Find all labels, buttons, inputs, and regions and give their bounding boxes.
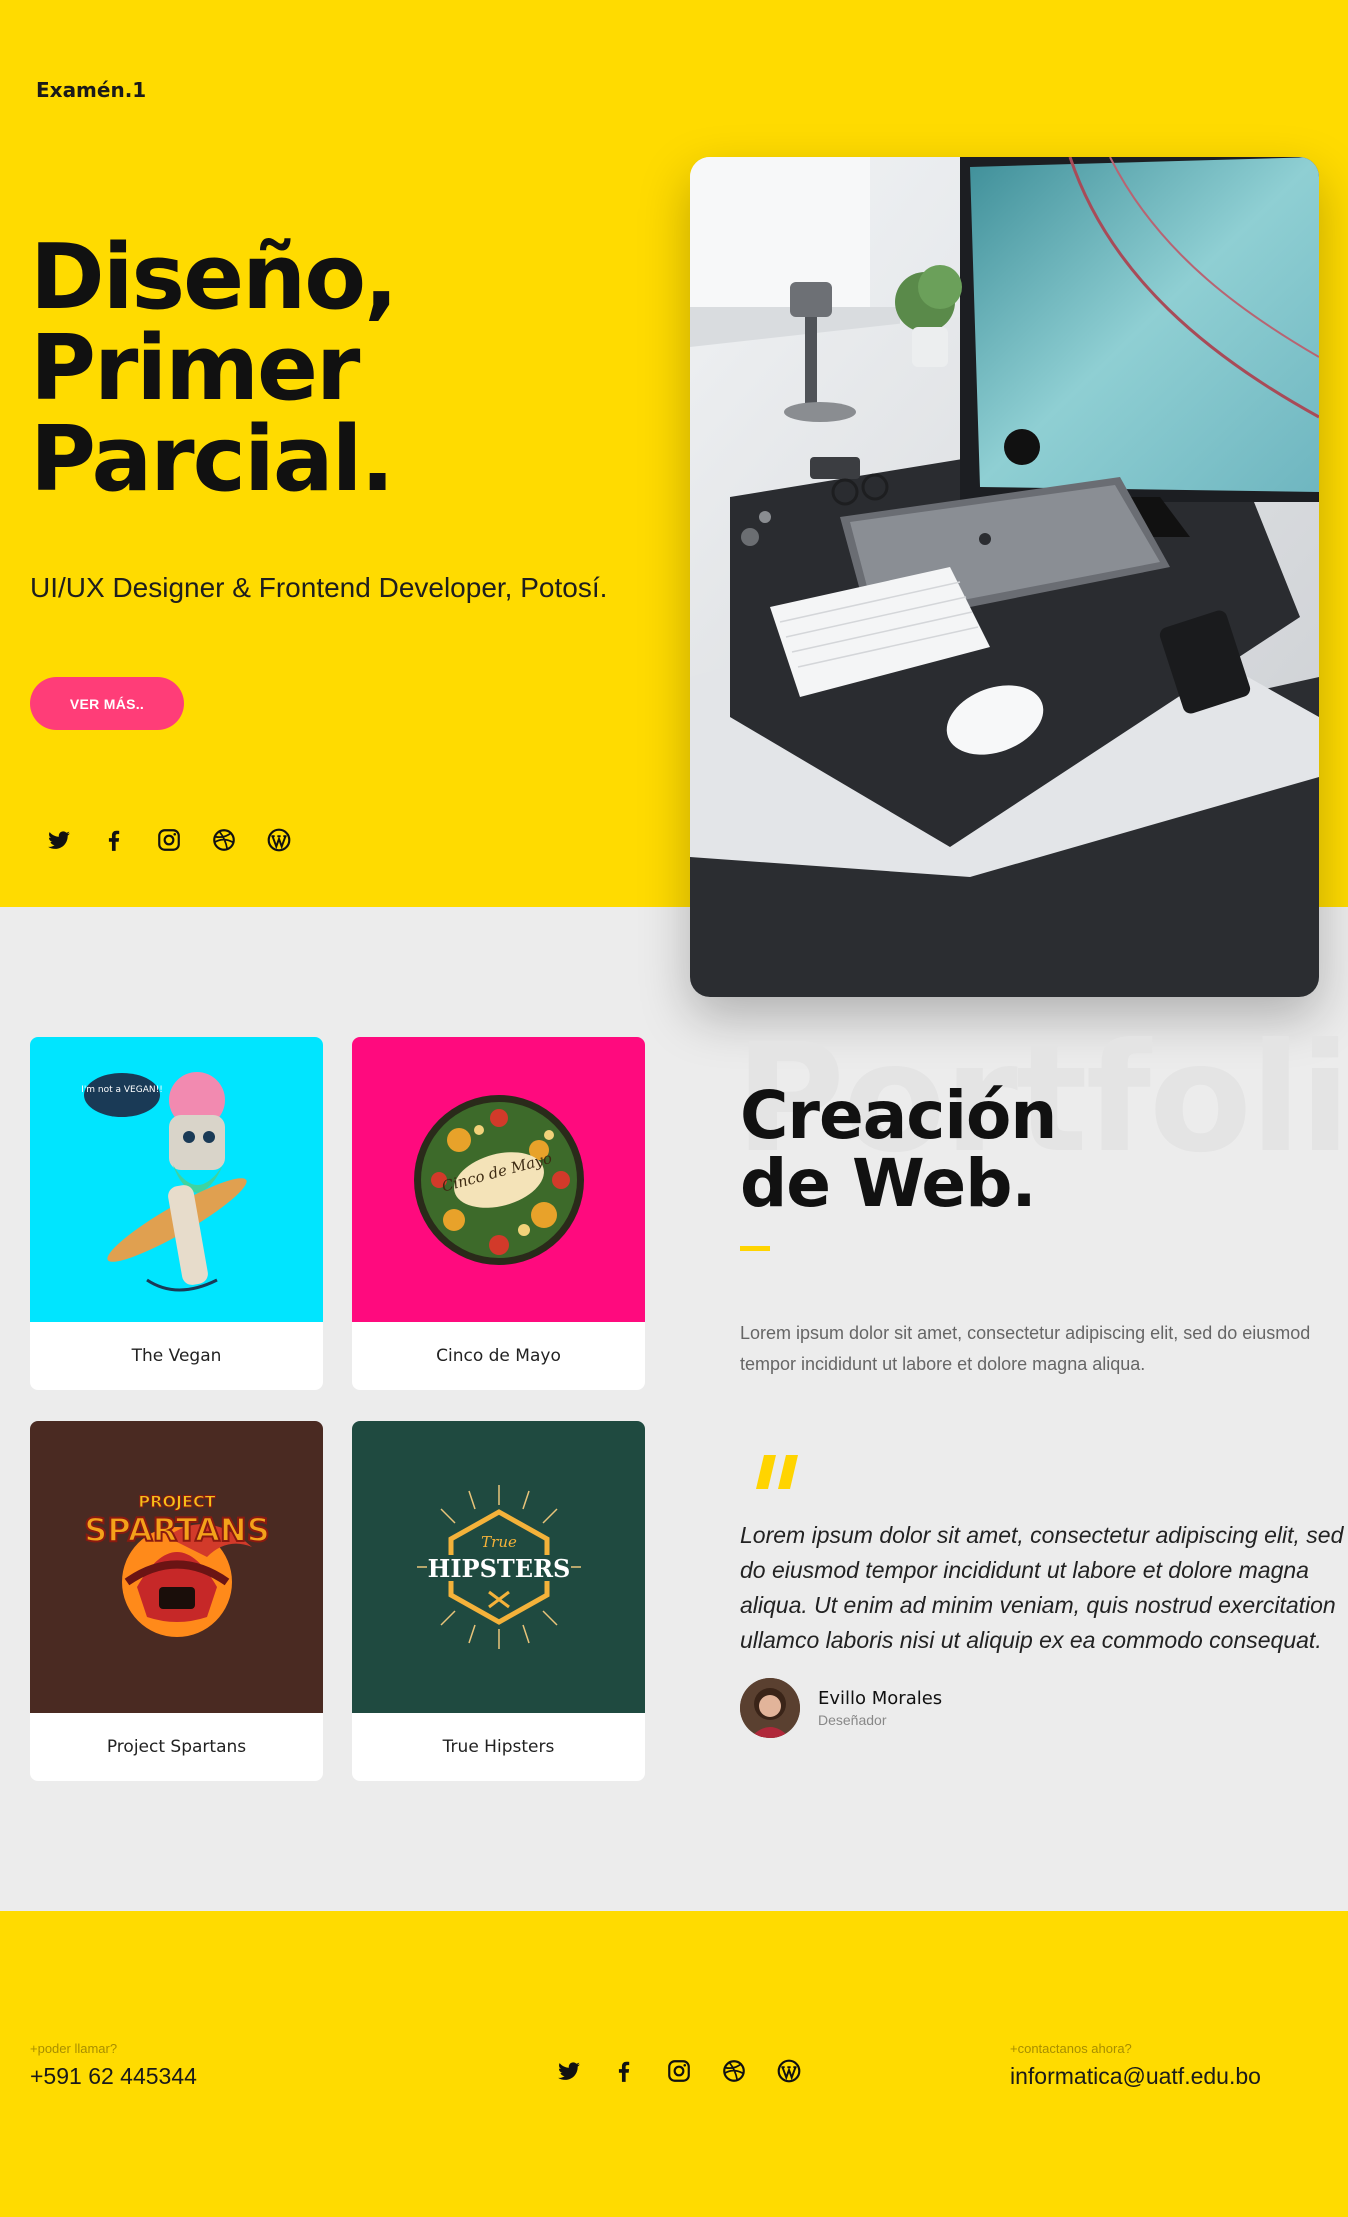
section-description: Lorem ipsum dolor sit amet, consectetur … xyxy=(740,1323,1311,1374)
footer-social-links xyxy=(555,2057,803,2085)
portfolio-card[interactable]: Cinco de Mayo Cinco de Mayo xyxy=(352,1037,645,1390)
testimonial-quote: Lorem ipsum dolor sit amet, consectetur … xyxy=(740,1522,1344,1653)
avatar xyxy=(740,1678,800,1738)
instagram-icon[interactable] xyxy=(665,2057,693,2085)
author-name: Evillo Morales xyxy=(818,1688,943,1709)
card-label: The Vegan xyxy=(131,1346,222,1366)
wordpress-icon[interactable] xyxy=(775,2057,803,2085)
card-label: Cinco de Mayo xyxy=(436,1346,561,1366)
card-label: True Hipsters xyxy=(442,1737,555,1757)
hero-title-line: Diseño, xyxy=(30,225,398,330)
workspace-photo xyxy=(690,157,1319,997)
twitter-icon[interactable] xyxy=(45,826,73,854)
twitter-icon[interactable] xyxy=(555,2057,583,2085)
dribbble-icon[interactable] xyxy=(720,2057,748,2085)
section-title-line: Creación xyxy=(740,1077,1057,1154)
cinco-de-mayo-artwork: Cinco de Mayo xyxy=(352,1037,645,1322)
testimonial-author: Evillo Morales Deseñador xyxy=(740,1678,942,1738)
card-label: Project Spartans xyxy=(106,1737,247,1757)
section-title: Creación de Web. xyxy=(740,1077,1057,1222)
instagram-icon[interactable] xyxy=(155,826,183,854)
hero-title-line: Primer xyxy=(30,316,360,421)
call-label: +poder llamar? xyxy=(30,2041,118,2056)
author-role: Deseñador xyxy=(818,1712,887,1728)
project-spartans-artwork: PROJECT SPARTANS xyxy=(30,1421,323,1713)
hero-title-line: Parcial. xyxy=(30,407,395,512)
facebook-icon[interactable] xyxy=(610,2057,638,2085)
spartans-main-text: SPARTANS xyxy=(84,1511,269,1549)
contact-label: +contactanos ahora? xyxy=(1010,2041,1132,2056)
true-hipsters-artwork: True HIPSTERS xyxy=(352,1421,645,1713)
hero-social-links xyxy=(45,826,293,854)
section-title-line: de Web. xyxy=(740,1145,1037,1222)
ver-mas-button[interactable]: VER MÁS.. xyxy=(30,677,184,730)
email-address[interactable]: informatica@uatf.edu.bo xyxy=(1010,2063,1261,2090)
site-logo[interactable]: Examén.1 xyxy=(36,78,146,102)
hero-title: Diseño, Primer Parcial. xyxy=(30,225,398,512)
wordpress-icon[interactable] xyxy=(265,826,293,854)
vegan-artwork: I'm not a VEGAN!! xyxy=(30,1037,323,1322)
portfolio-card[interactable]: True HIPSTERS True Hipsters xyxy=(352,1421,645,1781)
phone-number[interactable]: +591 62 445344 xyxy=(30,2063,197,2090)
spartans-top-text: PROJECT xyxy=(138,1492,215,1511)
facebook-icon[interactable] xyxy=(100,826,128,854)
portfolio-card[interactable]: PROJECT SPARTANS Project Spartans xyxy=(30,1421,323,1781)
quote-icon xyxy=(756,1455,798,1493)
footer: +poder llamar? +591 62 445344 +contactan… xyxy=(0,1911,1348,2217)
dribbble-icon[interactable] xyxy=(210,826,238,854)
hero-subtitle: UI/UX Designer & Frontend Developer, Pot… xyxy=(30,572,608,603)
accent-divider xyxy=(740,1246,770,1251)
portfolio-card[interactable]: I'm not a VEGAN!! The Vegan xyxy=(30,1037,323,1390)
hipsters-main-text: HIPSTERS xyxy=(427,1554,570,1583)
vegan-bubble-text: I'm not a VEGAN!! xyxy=(81,1085,163,1095)
hipsters-script-text: True xyxy=(481,1533,517,1551)
